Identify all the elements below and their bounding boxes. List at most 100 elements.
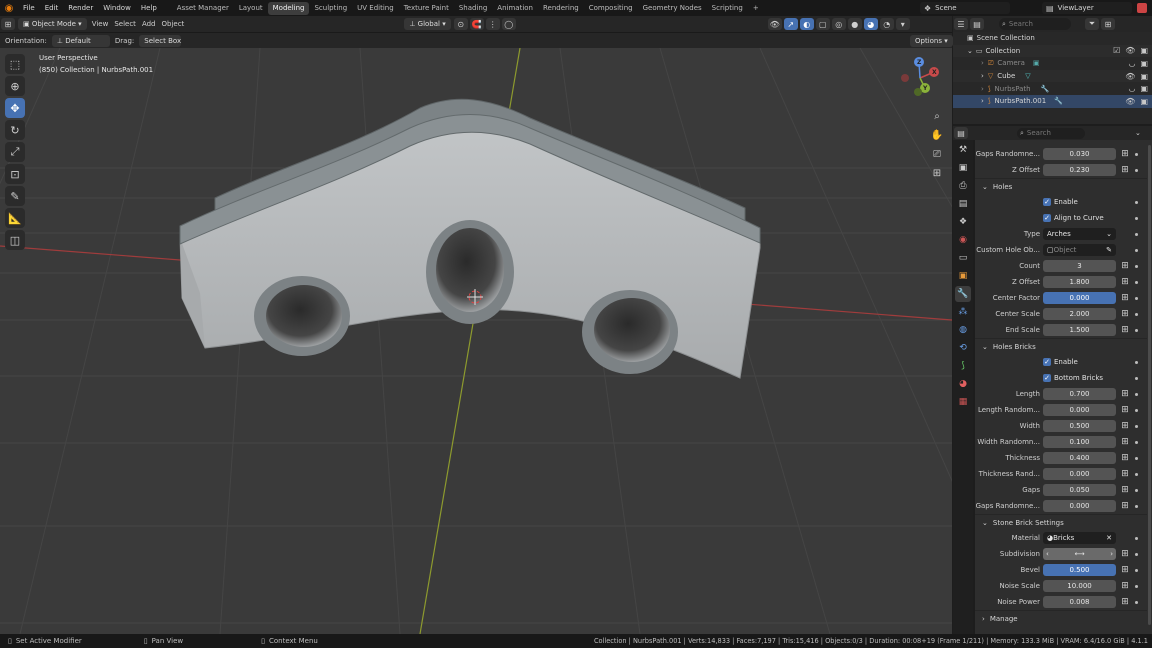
keyframe-dot-icon[interactable] (1135, 296, 1138, 300)
annotate-tool-icon[interactable]: ✎ (5, 186, 25, 206)
output-tab-icon[interactable]: ⎙ (955, 178, 971, 194)
keyframe-dot-icon[interactable] (1135, 392, 1138, 396)
keyframe-dot-icon[interactable] (1135, 216, 1138, 220)
blender-logo-icon[interactable]: ◉ (0, 3, 18, 14)
new-collection-icon[interactable]: ⊞ (1101, 18, 1115, 30)
keyframe-dot-icon[interactable] (1135, 408, 1138, 412)
property-number-field[interactable]: 0.050 (1043, 484, 1116, 496)
solid-shading-icon[interactable]: ● (847, 18, 862, 30)
panel-section-header[interactable]: ⌄ Stone Brick Settings (975, 514, 1147, 530)
scene-tab-icon[interactable]: ❖ (955, 214, 971, 230)
input-socket-icon[interactable]: ⊞ (1120, 277, 1130, 287)
options-dropdown[interactable]: Options ▾ (910, 35, 953, 47)
close-view-layer-icon[interactable] (1137, 3, 1147, 13)
menu-select[interactable]: Select (111, 20, 139, 28)
panel-section-header[interactable]: ⌄ Holes Bricks (975, 338, 1147, 354)
camera-render-icon[interactable]: ▣ (1140, 46, 1148, 55)
chevron-right-icon[interactable]: › (981, 72, 984, 80)
add-cube-tool-icon[interactable]: ◫ (5, 230, 25, 250)
menu-add[interactable]: Add (139, 20, 159, 28)
camera-render-icon[interactable]: ▣ (1140, 97, 1148, 106)
keyframe-dot-icon[interactable] (1135, 328, 1138, 332)
particles-tab-icon[interactable]: ⁂ (955, 304, 971, 320)
display-mode-icon[interactable]: ▤ (970, 18, 984, 30)
snap-icon[interactable]: 🧲 (469, 18, 484, 30)
material-shading-icon[interactable]: ◕ (863, 18, 878, 30)
tab-shading[interactable]: Shading (454, 2, 492, 15)
keyframe-dot-icon[interactable] (1135, 456, 1138, 460)
keyframe-dot-icon[interactable] (1135, 440, 1138, 444)
property-number-field[interactable]: 0.000 (1043, 468, 1116, 480)
material-picker-field[interactable]: ◕ Bricks ✕ (1043, 532, 1116, 544)
keyframe-dot-icon[interactable] (1135, 536, 1138, 540)
property-number-field[interactable]: 0.230 (1043, 164, 1116, 176)
outliner-row-nurbspath[interactable]: › ⟆ NurbsPath 🔧 ◡ ▣ (953, 82, 1152, 95)
menu-edit[interactable]: Edit (40, 0, 64, 16)
property-number-field[interactable]: 0.000 (1043, 500, 1116, 512)
tab-rendering[interactable]: Rendering (538, 2, 584, 15)
rotate-tool-icon[interactable]: ↻ (5, 120, 25, 140)
properties-search-input[interactable]: ⌕ Search (1017, 127, 1085, 139)
checkbox-checked-icon[interactable]: ✓ (1043, 198, 1051, 206)
menu-view[interactable]: View (89, 20, 112, 28)
input-socket-icon[interactable]: ⊞ (1120, 149, 1130, 159)
property-slider-field[interactable]: 0.500 (1043, 564, 1116, 576)
drag-dropdown[interactable]: Select Box (139, 34, 182, 47)
property-number-field[interactable]: 0.400 (1043, 452, 1116, 464)
keyframe-dot-icon[interactable] (1135, 232, 1138, 236)
property-number-field[interactable]: 0.100 (1043, 436, 1116, 448)
camera-view-icon[interactable]: ⎚ (929, 146, 945, 162)
chevron-right-icon[interactable]: › (981, 97, 984, 105)
pivot-point-icon[interactable]: ⊙ (453, 18, 468, 30)
keyframe-dot-icon[interactable] (1135, 168, 1138, 172)
outliner-row-camera[interactable]: › ⎚ Camera ▣ ◡ ▣ (953, 57, 1152, 70)
physics-tab-icon[interactable]: ◍ (955, 322, 971, 338)
input-socket-icon[interactable]: ⊞ (1120, 405, 1130, 415)
mode-dropdown[interactable]: ▣ Object Mode ▾ (18, 18, 87, 30)
grid-perspective-icon[interactable]: ⊞ (929, 165, 945, 181)
measure-tool-icon[interactable]: 📐 (5, 208, 25, 228)
outliner-editor-icon[interactable]: ☰ (954, 18, 968, 30)
snap-target-icon[interactable]: ⋮ (485, 18, 500, 30)
zoom-icon[interactable]: ⌕ (929, 108, 945, 124)
move-tool-icon[interactable]: ✥ (5, 98, 25, 118)
checkbox-checked-icon[interactable]: ✓ (1043, 374, 1051, 382)
filter-icon[interactable]: ⏷ (1085, 18, 1099, 30)
property-checkbox[interactable]: ✓ Enable (1043, 358, 1078, 366)
keyframe-dot-icon[interactable] (1135, 152, 1138, 156)
eyedropper-icon[interactable]: ✎ (1106, 246, 1112, 254)
clear-material-icon[interactable]: ✕ (1106, 534, 1112, 542)
outliner-row-collection[interactable]: ⌄ ▭ Collection ☑ 👁 ▣ (953, 44, 1152, 58)
render-tab-icon[interactable]: ▣ (955, 160, 971, 176)
overlay-toggle-icon[interactable]: ◐ (799, 18, 814, 30)
property-checkbox[interactable]: ✓ Align to Curve (1043, 214, 1104, 222)
drag-handle-icon[interactable]: ⟷ (1074, 550, 1084, 558)
object-picker-field[interactable]: ▢ Object ✎ (1043, 244, 1116, 256)
menu-file[interactable]: File (18, 0, 40, 16)
camera-render-icon[interactable]: ▣ (1140, 72, 1148, 81)
tab-asset-manager[interactable]: Asset Manager (172, 2, 234, 15)
input-socket-icon[interactable]: ⊞ (1120, 581, 1130, 591)
keyframe-dot-icon[interactable] (1135, 264, 1138, 268)
keyframe-dot-icon[interactable] (1135, 376, 1138, 380)
eye-closed-icon[interactable]: ◡ (1128, 84, 1135, 93)
keyframe-dot-icon[interactable] (1135, 200, 1138, 204)
chevron-down-icon[interactable]: ⌄ (982, 519, 988, 527)
menu-render[interactable]: Render (63, 0, 98, 16)
data-tab-icon[interactable]: ⟆ (955, 358, 971, 374)
input-socket-icon[interactable]: ⊞ (1120, 437, 1130, 447)
viewport-scene[interactable]: X Z Y (0, 48, 952, 634)
keyframe-dot-icon[interactable] (1135, 488, 1138, 492)
menu-help[interactable]: Help (136, 0, 162, 16)
property-number-field[interactable]: 0.000 (1043, 404, 1116, 416)
property-number-field[interactable]: 0.500 (1043, 420, 1116, 432)
chevron-down-icon[interactable]: ⌄ (982, 343, 988, 351)
property-enum-dropdown[interactable]: Arches ⌄ (1043, 228, 1116, 240)
eye-icon[interactable]: 👁 (1125, 97, 1135, 106)
keyframe-dot-icon[interactable] (1135, 280, 1138, 284)
collection-checkbox-icon[interactable]: ☑ (1113, 46, 1120, 55)
checkbox-checked-icon[interactable]: ✓ (1043, 358, 1051, 366)
chevron-right-icon[interactable]: › (981, 85, 984, 93)
select-box-tool-icon[interactable]: ⬚ (5, 54, 25, 74)
property-number-field[interactable]: 2.000 (1043, 308, 1116, 320)
